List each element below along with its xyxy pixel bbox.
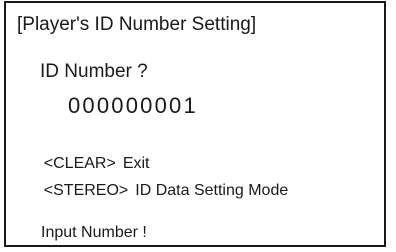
stereo-key-action: ID Data Setting Mode [135,182,289,199]
status-message: Input Number ! [41,224,147,241]
id-number-field[interactable]: 000000001 [68,95,198,117]
id-number-prompt: ID Number ? [40,61,148,82]
screen-title: [Player's ID Number Setting] [17,14,257,35]
key-hint-stereo: <STEREO> ID Data Setting Mode [26,167,288,215]
osd-screen: [Player's ID Number Setting] ID Number ?… [4,1,386,247]
stereo-key-label: <STEREO> [43,182,129,199]
